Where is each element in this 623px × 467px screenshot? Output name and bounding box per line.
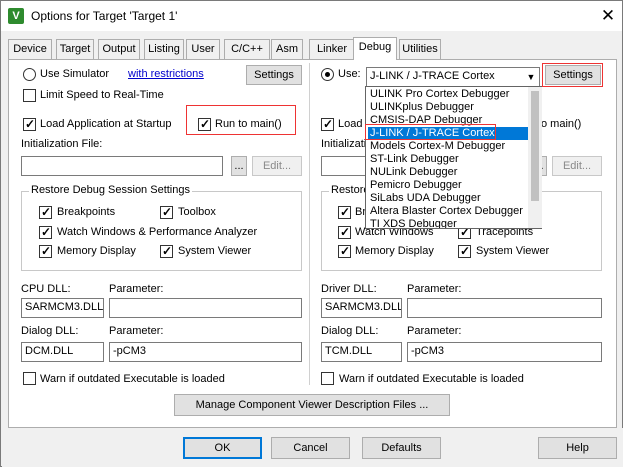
tab-listing[interactable]: Listing <box>144 39 184 59</box>
run-to-main-label: Run to main() <box>215 118 282 130</box>
dialog-dll-input[interactable]: DCM.DLL <box>21 342 104 362</box>
right-watch-windows-checkbox[interactable] <box>338 225 351 239</box>
dropdown-option[interactable]: Pemicro Debugger <box>368 179 528 192</box>
cpu-parameter-label: Parameter: <box>109 283 164 295</box>
warn-outdated-checkbox[interactable] <box>23 372 36 385</box>
dropdown-scrollbar-thumb[interactable] <box>531 91 539 201</box>
tab-debug[interactable]: Debug <box>353 37 397 60</box>
right-dialog-parameter-input[interactable]: -pCM3 <box>407 342 602 362</box>
watch-windows-label: Watch Windows & Performance Analyzer <box>57 226 258 238</box>
dialog-parameter-label: Parameter: <box>109 325 164 337</box>
watch-windows-checkbox[interactable] <box>39 225 52 239</box>
use-simulator-label: Use Simulator <box>40 68 110 80</box>
use-debugger-radio[interactable] <box>321 68 334 81</box>
breakpoints-label: Breakpoints <box>57 206 116 218</box>
right-dialog-parameter-label: Parameter: <box>407 325 462 337</box>
dropdown-option[interactable]: Altera Blaster Cortex Debugger <box>368 205 528 218</box>
warn-outdated-label: Warn if outdated Executable is loaded <box>40 373 225 385</box>
tab-utilities[interactable]: Utilities <box>399 39 441 59</box>
right-breakpoints-checkbox[interactable] <box>338 205 351 219</box>
dropdown-option[interactable]: NULink Debugger <box>368 166 528 179</box>
limit-speed-label: Limit Speed to Real-Time <box>40 89 164 101</box>
run-to-main-checkbox[interactable] <box>198 117 211 131</box>
with-restrictions-link[interactable]: with restrictions <box>128 68 204 80</box>
dropdown-option[interactable]: SiLabs UDA Debugger <box>368 192 528 205</box>
system-viewer-label: System Viewer <box>178 245 252 257</box>
limit-speed-checkbox[interactable] <box>23 89 36 102</box>
chevron-down-icon[interactable]: ▼ <box>524 70 538 84</box>
tab-user[interactable]: User <box>186 39 220 59</box>
tab-linker[interactable]: Linker <box>309 39 355 59</box>
help-button[interactable]: Help <box>538 437 617 459</box>
debugger-select[interactable]: J-LINK / J-TRACE Cortex <box>366 67 540 87</box>
right-dialog-dll-label: Dialog DLL: <box>321 325 379 337</box>
dropdown-option[interactable]: Models Cortex-M Debugger <box>368 140 528 153</box>
right-load-application-checkbox[interactable] <box>321 117 334 131</box>
dropdown-option[interactable]: ST-Link Debugger <box>368 153 528 166</box>
debugger-select-value: J-LINK / J-TRACE Cortex <box>370 70 495 82</box>
keil-app-icon: V <box>8 8 24 24</box>
driver-dll-input[interactable]: SARMCM3.DLL <box>321 298 402 318</box>
tab-output[interactable]: Output <box>98 39 140 59</box>
right-init-file-edit-button[interactable]: Edit... <box>552 156 602 176</box>
jlink-option-highlight <box>365 124 496 140</box>
title-bar: V Options for Target 'Target 1' ✕ <box>1 1 622 31</box>
tab-asm[interactable]: Asm <box>271 39 303 59</box>
memory-display-label: Memory Display <box>57 245 136 257</box>
load-application-label: Load Application at Startup <box>40 118 172 130</box>
init-file-label: Initialization File: <box>21 138 103 150</box>
driver-parameter-label: Parameter: <box>407 283 462 295</box>
ok-button[interactable]: OK <box>183 437 262 459</box>
tab-target[interactable]: Target <box>56 39 94 59</box>
toolbox-checkbox[interactable] <box>160 205 173 219</box>
cpu-dll-input[interactable]: SARMCM3.DLL <box>21 298 104 318</box>
dialog-dll-label: Dialog DLL: <box>21 325 79 337</box>
init-file-input[interactable] <box>21 156 223 176</box>
debugger-settings-button[interactable]: Settings <box>545 65 601 85</box>
init-file-edit-button[interactable]: Edit... <box>252 156 302 176</box>
right-load-application-label: Load <box>338 118 363 130</box>
init-file-browse-button[interactable]: ... <box>231 156 247 176</box>
use-simulator-radio[interactable] <box>23 68 36 81</box>
window-title: Options for Target 'Target 1' <box>31 9 178 23</box>
right-run-to-main-label: o main() <box>541 118 582 130</box>
restore-settings-title: Restore Debug Session Settings <box>29 184 192 196</box>
tab-c-cpp[interactable]: C/C++ <box>224 39 270 59</box>
right-system-viewer-checkbox[interactable] <box>458 244 471 258</box>
debugger-dropdown-list: ULINK Pro Cortex Debugger ULINKplus Debu… <box>365 86 542 229</box>
driver-dll-label: Driver DLL: <box>321 283 377 295</box>
right-warn-outdated-checkbox[interactable] <box>321 372 334 385</box>
use-label: Use: <box>338 68 361 80</box>
right-system-viewer-label: System Viewer <box>476 245 550 257</box>
load-application-checkbox[interactable] <box>23 117 36 131</box>
dialog-parameter-input[interactable]: -pCM3 <box>109 342 302 362</box>
dropdown-option[interactable]: ULINKplus Debugger <box>368 101 528 114</box>
dropdown-option[interactable]: TI XDS Debugger <box>368 218 528 228</box>
right-dialog-dll-input[interactable]: TCM.DLL <box>321 342 402 362</box>
defaults-button[interactable]: Defaults <box>362 437 441 459</box>
toolbox-label: Toolbox <box>178 206 216 218</box>
memory-display-checkbox[interactable] <box>39 244 52 258</box>
cpu-dll-label: CPU DLL: <box>21 283 71 295</box>
manage-component-viewer-button[interactable]: Manage Component Viewer Description File… <box>174 394 450 416</box>
dropdown-option[interactable]: ULINK Pro Cortex Debugger <box>368 88 528 101</box>
cpu-parameter-input[interactable] <box>109 298 302 318</box>
right-memory-display-checkbox[interactable] <box>338 244 351 258</box>
simulator-settings-button[interactable]: Settings <box>246 65 302 85</box>
options-dialog: V Options for Target 'Target 1' ✕ Device… <box>0 0 623 467</box>
right-warn-outdated-label: Warn if outdated Executable is loaded <box>339 373 524 385</box>
system-viewer-checkbox[interactable] <box>160 244 173 258</box>
breakpoints-checkbox[interactable] <box>39 205 52 219</box>
tab-device[interactable]: Device <box>8 39 52 59</box>
driver-parameter-input[interactable] <box>407 298 602 318</box>
column-divider <box>309 63 310 385</box>
cancel-button[interactable]: Cancel <box>271 437 350 459</box>
right-memory-display-label: Memory Display <box>355 245 434 257</box>
close-icon[interactable]: ✕ <box>597 5 619 27</box>
